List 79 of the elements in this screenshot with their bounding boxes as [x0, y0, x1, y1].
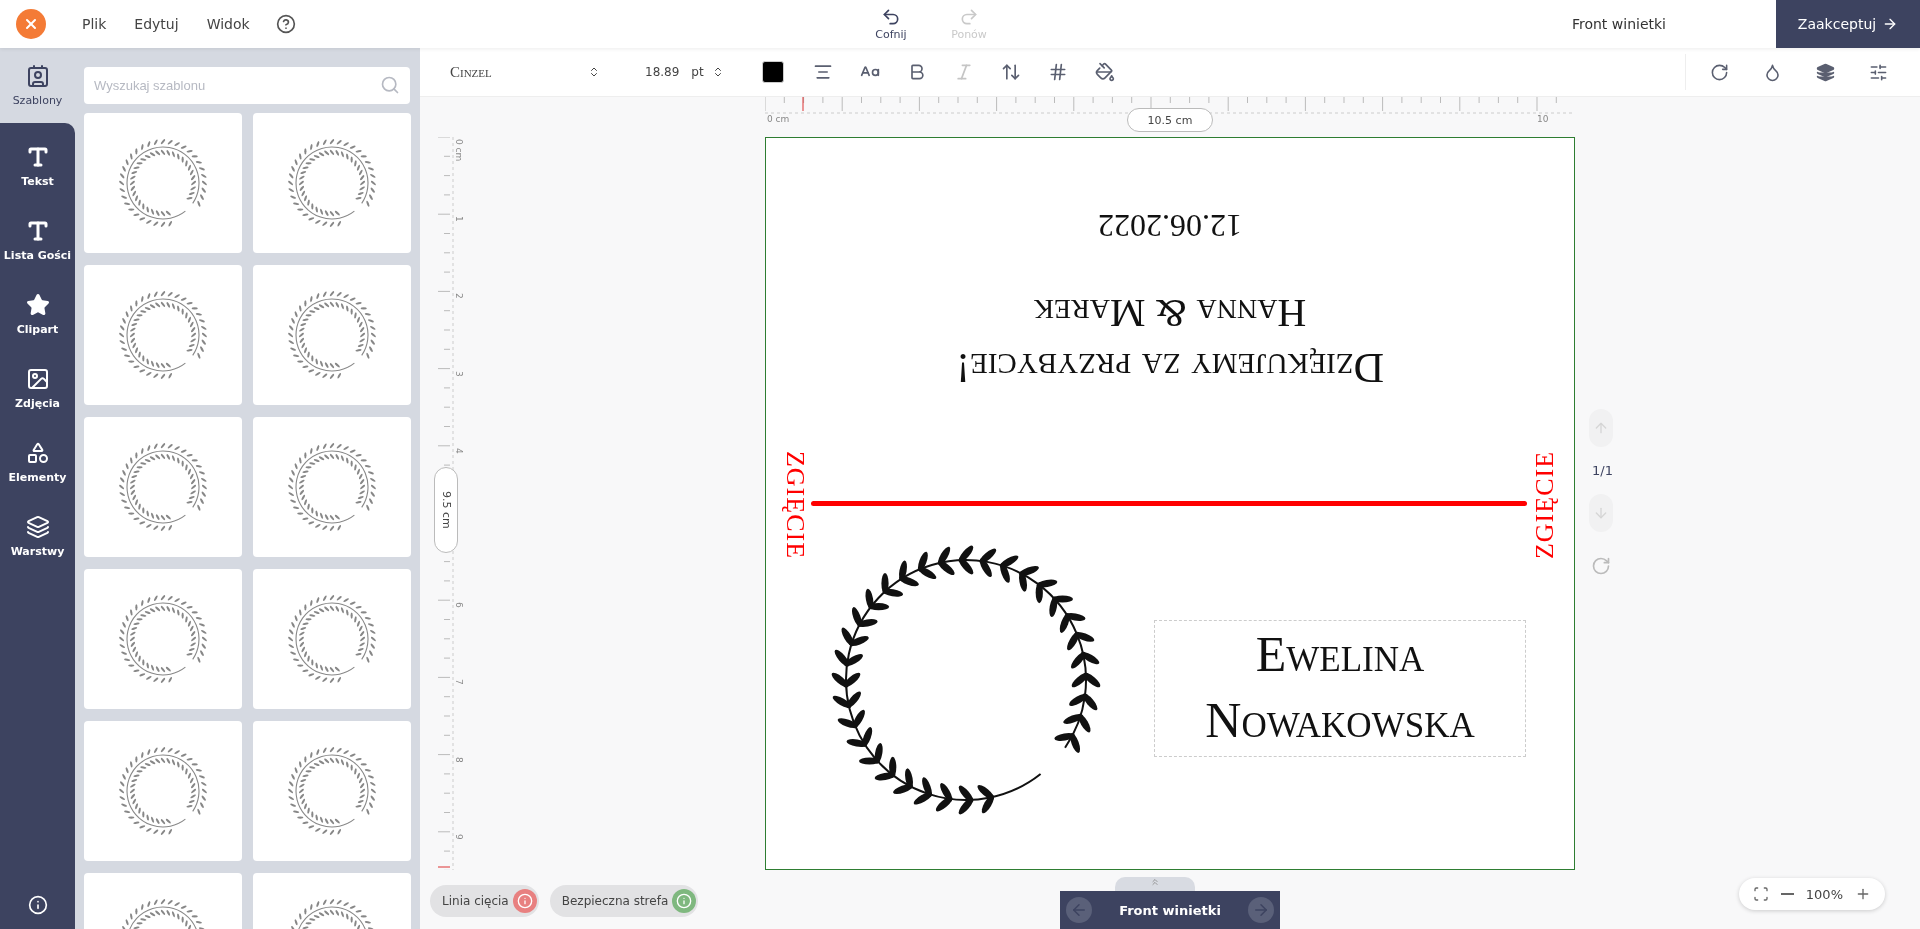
arrow-right-icon: [1252, 901, 1270, 919]
ruler-label: 3: [454, 370, 464, 377]
help-icon[interactable]: [275, 14, 296, 34]
chevrons-icon: [588, 66, 600, 78]
template-thumbnail[interactable]: [253, 113, 411, 253]
template-thumbnail[interactable]: [84, 721, 242, 861]
undo-icon: [881, 7, 901, 27]
previous-button[interactable]: [1066, 897, 1092, 923]
ruler-label: 8: [454, 756, 464, 763]
close-button[interactable]: [16, 9, 46, 39]
ruler-label: 9: [454, 833, 464, 840]
ruler-label: 4: [454, 447, 464, 454]
paint-bucket-icon: [1095, 62, 1116, 82]
font-select[interactable]: Cinzel: [450, 63, 600, 81]
sidebar-tab[interactable]: Zdjęcia: [0, 351, 75, 425]
shapes-icon: [25, 440, 50, 465]
close-icon: [23, 16, 39, 32]
accept-button[interactable]: Zaakceptuj: [1776, 0, 1920, 48]
search-icon: [380, 75, 400, 95]
template-thumbnail[interactable]: [253, 569, 411, 709]
unit-select[interactable]: pt: [691, 65, 724, 79]
refresh-icon[interactable]: [1591, 556, 1611, 576]
next-button[interactable]: [1248, 897, 1274, 923]
color-swatch[interactable]: [761, 61, 784, 83]
card-text[interactable]: 12.06.2022: [1098, 206, 1242, 245]
guide-toggle[interactable]: Bezpieczna strefa: [549, 885, 699, 917]
menu-item[interactable]: Edytuj: [120, 12, 193, 36]
minus-icon: [1780, 893, 1794, 895]
info-icon: [27, 895, 48, 915]
ruler-label: 0 cm: [767, 114, 790, 124]
template-thumbnail[interactable]: [84, 569, 242, 709]
fold-label: ZGIĘCIE: [1529, 450, 1560, 560]
template-thumbnail[interactable]: [253, 265, 411, 405]
name-text[interactable]: Ewelina Nowakowska: [1154, 620, 1526, 757]
page-counter: 1/1: [1591, 463, 1613, 478]
ruler-label: 10: [1537, 114, 1549, 124]
document-title: Front winietki: [1571, 16, 1666, 32]
template-thumbnail[interactable]: [253, 721, 411, 861]
height-label: 9.5 cm: [434, 467, 458, 553]
redo-icon: [959, 7, 979, 27]
width-label: 10.5 cm: [1127, 108, 1213, 132]
undo-button[interactable]: Cofnij: [860, 0, 922, 48]
ruler-label: 7: [454, 679, 464, 686]
ruler-label: 0 cm: [454, 139, 464, 162]
star-icon: [25, 292, 50, 317]
chevrons-up-icon: [1150, 877, 1160, 887]
info-button[interactable]: [27, 895, 48, 915]
menu-item[interactable]: Widok: [192, 12, 264, 36]
fullscreen-icon: [1752, 886, 1769, 902]
ruler-label: 1: [454, 216, 464, 222]
ruler-label: 2: [454, 293, 464, 300]
zoom-value: 100%: [1804, 886, 1844, 902]
sidebar-tab[interactable]: Warstwy: [0, 499, 75, 573]
sidebar-tab[interactable]: Clipart: [0, 277, 75, 351]
plus-icon: [1855, 886, 1871, 902]
image-icon: [25, 366, 50, 391]
sidebar-tab[interactable]: Lista Gości: [0, 203, 75, 277]
template-thumbnail[interactable]: [84, 417, 242, 557]
template-thumbnail[interactable]: [84, 113, 242, 253]
menu-item[interactable]: Plik: [68, 12, 121, 36]
font-size-field[interactable]: 18.89: [645, 65, 680, 79]
layers-icon: [1816, 62, 1835, 82]
sidebar-tab[interactable]: Tekst: [0, 129, 75, 203]
fold-label: ZGIĘCIE: [780, 450, 811, 560]
align-center-icon: [813, 62, 834, 82]
line-height-icon: [1001, 62, 1022, 82]
guide-toggle[interactable]: Linia cięcia: [430, 885, 539, 917]
droplet-icon: [1763, 62, 1782, 82]
rotate-icon: [1710, 62, 1729, 82]
card-text[interactable]: Hanna & Marek: [1033, 288, 1307, 337]
sidebar-tab[interactable]: Elementy: [0, 425, 75, 499]
card-text[interactable]: Dziękujemy za przybycie!: [956, 342, 1384, 393]
template-thumbnail[interactable]: [84, 265, 242, 405]
layers-icon: [25, 514, 50, 539]
sliders-icon: [1869, 62, 1888, 82]
search-field[interactable]: Wyszukaj szablonu: [84, 67, 410, 104]
template-thumbnail[interactable]: [253, 417, 411, 557]
side-label: Front winietki: [1119, 902, 1221, 918]
ruler-label: 6: [454, 602, 464, 608]
